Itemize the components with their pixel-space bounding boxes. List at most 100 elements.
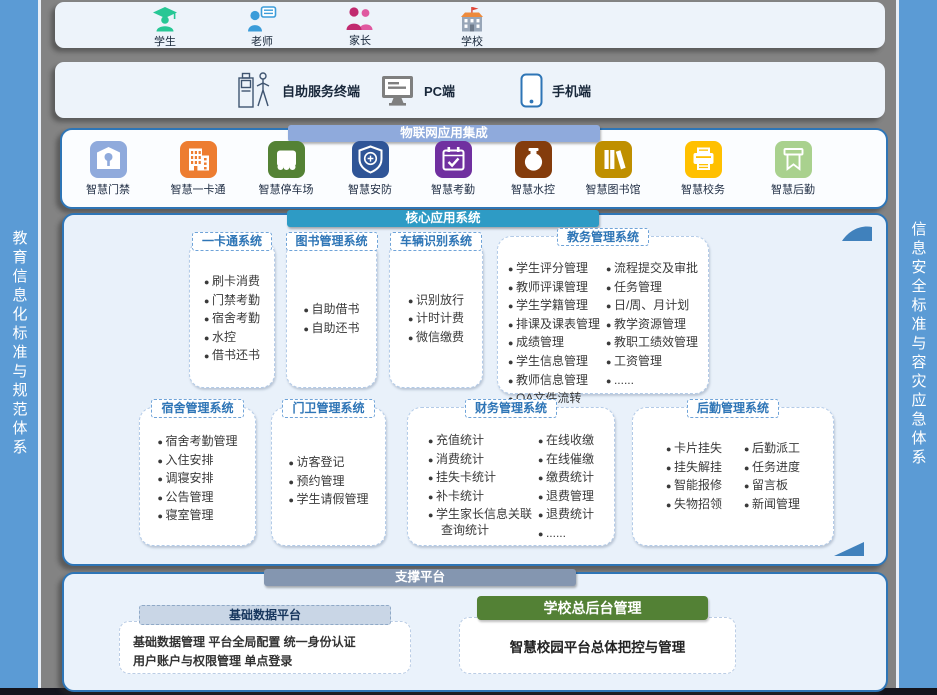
feature-item: 识别放行 <box>408 293 464 309</box>
left-standards-bar: 教育信息化标准与规范体系 <box>0 0 41 688</box>
system-title: 门卫管理系统 <box>282 399 374 418</box>
user-group-student: 学生 <box>133 6 197 49</box>
iot-label: 智慧安防 <box>348 181 392 197</box>
system-box-onecard: 一卡通系统 刷卡消费 门禁考勤 宿舍考勤 水控 借书还书 <box>189 240 275 388</box>
feature-item: 工资管理 <box>606 354 698 370</box>
base-data-platform-pill: 基础数据平台 <box>139 605 391 625</box>
feature-item: 借书还书 <box>204 348 260 364</box>
school-admin-card: 智慧校园平台总体把控与管理 <box>459 617 736 674</box>
iot-item-security: 智慧安防 <box>330 141 410 197</box>
feature-item: 智能报修 <box>666 478 722 494</box>
feature-item: 公告管理 <box>158 490 238 506</box>
iot-integration-panel: 物联网应用集成 智慧门禁 <box>60 128 888 209</box>
feature-item: 教学资源管理 <box>606 317 698 333</box>
system-box-vehicle: 车辆识别系统 识别放行 计时计费 微信缴费 <box>389 240 483 388</box>
decorative-swoosh <box>834 542 864 556</box>
feature-list: 刷卡消费 门禁考勤 宿舍考勤 水控 借书还书 <box>204 271 260 367</box>
iot-label: 智慧后勤 <box>771 181 815 197</box>
feature-item: 自助借书 <box>304 302 360 318</box>
right-security-bar: 信息安全标准与容灾应急体系 <box>896 0 937 688</box>
feature-item: 教师信息管理 <box>508 373 600 389</box>
user-group-school: 学校 <box>440 6 504 49</box>
feature-list: 识别放行 计时计费 微信缴费 <box>408 290 464 349</box>
decorative-swoosh <box>842 225 872 241</box>
system-box-dormitory: 宿舍管理系统 宿舍考勤管理 入住安排 调寝安排 公告管理 寝室管理 <box>139 407 256 546</box>
feature-item: 退费管理 <box>538 489 594 505</box>
feature-list: 卡片挂失 挂失解挂 智能报修 失物招领 <box>666 438 722 515</box>
feature-list: 在线收缴 在线催缴 缴费统计 退费管理 退费统计 ...... <box>538 430 594 545</box>
feature-list: 自助借书 自助还书 <box>304 299 360 339</box>
feature-item: 预约管理 <box>289 474 369 490</box>
iot-label: 智慧一卡通 <box>171 181 226 197</box>
teacher-icon <box>247 6 277 32</box>
user-label: 家长 <box>349 32 371 48</box>
logistics-icon <box>775 141 812 178</box>
feature-item: 学生学籍管理 <box>508 298 600 314</box>
iot-item-access: 智慧门禁 <box>68 141 148 197</box>
right-security-text: 信息安全标准与容灾应急体系 <box>908 221 929 468</box>
feature-item: 任务进度 <box>744 460 800 476</box>
system-box-academic: 教务管理系统 学生评分管理 教师评课管理 学生学籍管理 排课及课表管理 成绩管理… <box>497 236 709 394</box>
feature-list: 访客登记 预约管理 学生请假管理 <box>289 452 369 511</box>
core-banner: 核心应用系统 <box>287 210 599 227</box>
feature-item: 学生信息管理 <box>508 354 600 370</box>
user-group-teacher: 老师 <box>230 6 294 49</box>
feature-item: 教师评课管理 <box>508 280 600 296</box>
system-box-library: 图书管理系统 自助借书 自助还书 <box>286 240 377 388</box>
terminal-label: 自助服务终端 <box>282 81 360 100</box>
iot-item-onecard: 智慧一卡通 <box>158 141 238 197</box>
feature-item: 新闻管理 <box>744 497 800 513</box>
system-title: 教务管理系统 <box>557 228 649 246</box>
feature-item: 补卡统计 <box>428 489 532 505</box>
feature-item: 挂失解挂 <box>666 460 722 476</box>
parking-icon <box>268 141 305 178</box>
user-label: 学生 <box>154 33 176 49</box>
school-icon <box>458 6 486 32</box>
terminal-label: 手机端 <box>552 81 591 100</box>
feature-item: 留言板 <box>744 478 800 494</box>
iot-banner: 物联网应用集成 <box>288 125 600 142</box>
feature-item: ...... <box>538 526 594 542</box>
iot-label: 智慧水控 <box>511 181 555 197</box>
feature-item: 微信缴费 <box>408 330 464 346</box>
feature-item: 学生评分管理 <box>508 261 600 277</box>
feature-item: ...... <box>606 373 698 389</box>
user-label: 老师 <box>251 33 273 49</box>
feature-item: 学生家长信息关联查询统计 <box>428 507 532 538</box>
feature-item: 访客登记 <box>289 455 369 471</box>
feature-item: 充值统计 <box>428 433 532 449</box>
system-title: 一卡通系统 <box>192 232 272 251</box>
base-platform-line: 用户账户与权限管理 单点登录 <box>133 652 397 671</box>
feature-list: 流程提交及审批 任务管理 日/周、月计划 教学资源管理 教职工绩效管理 工资管理… <box>606 258 698 410</box>
system-title: 宿舍管理系统 <box>151 399 243 418</box>
feature-item: 任务管理 <box>606 280 698 296</box>
iot-item-office: 智慧校务 <box>663 141 743 197</box>
system-box-logistics: 后勤管理系统 卡片挂失 挂失解挂 智能报修 失物招领 后勤派工 任务进度 留言板… <box>632 407 834 546</box>
iot-item-parking: 智慧停车场 <box>246 141 326 197</box>
feature-list: 充值统计 消费统计 挂失卡统计 补卡统计 学生家长信息关联查询统计 <box>428 430 532 545</box>
feature-list: 后勤派工 任务进度 留言板 新闻管理 <box>744 438 800 515</box>
feature-item: 消费统计 <box>428 452 532 468</box>
user-label: 学校 <box>461 33 483 49</box>
users-panel: 学生 老师 家长 <box>55 2 885 48</box>
iot-label: 智慧校务 <box>681 181 725 197</box>
library-icon <box>595 141 632 178</box>
feature-item: 刷卡消费 <box>204 274 260 290</box>
left-standards-text: 教育信息化标准与规范体系 <box>9 230 30 458</box>
feature-item: 流程提交及审批 <box>606 261 698 277</box>
core-systems-panel: 核心应用系统 一卡通系统 刷卡消费 门禁考勤 宿舍考勤 水控 借书还书 图书管理… <box>62 213 888 566</box>
system-box-finance: 财务管理系统 充值统计 消费统计 挂失卡统计 补卡统计 学生家长信息关联查询统计… <box>407 407 615 546</box>
attendance-icon <box>435 141 472 178</box>
feature-item: 宿舍考勤管理 <box>158 434 238 450</box>
feature-item: 挂失卡统计 <box>428 470 532 486</box>
feature-item: 后勤派工 <box>744 441 800 457</box>
system-box-gatekeeper: 门卫管理系统 访客登记 预约管理 学生请假管理 <box>271 407 386 546</box>
terminal-kiosk: 自助服务终端 <box>237 62 360 118</box>
phone-icon <box>520 73 543 108</box>
support-banner: 支撑平台 <box>264 569 576 586</box>
office-icon <box>685 141 722 178</box>
feature-item: 水控 <box>204 330 260 346</box>
iot-item-logistics: 智慧后勤 <box>753 141 833 197</box>
feature-list: 宿舍考勤管理 入住安排 调寝安排 公告管理 寝室管理 <box>158 431 238 527</box>
feature-item: 计时计费 <box>408 311 464 327</box>
